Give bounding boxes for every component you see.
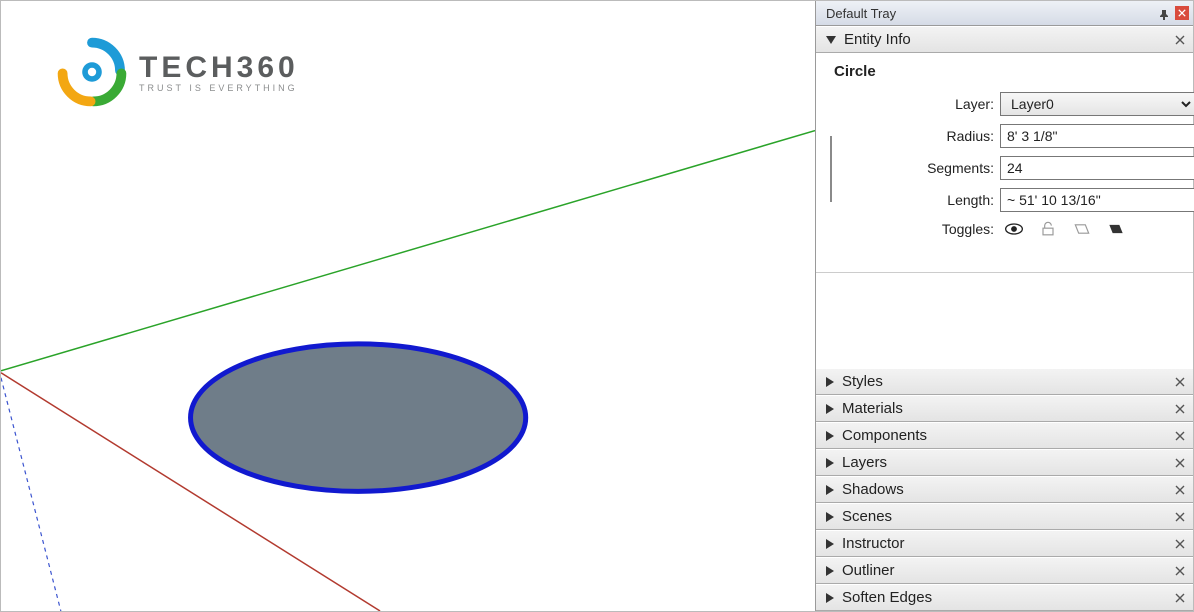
brand-logo: TECH360 TRUST IS EVERYTHING [57, 37, 299, 107]
toggles-label: Toggles: [842, 221, 994, 237]
chevron-right-icon [826, 539, 834, 549]
panel-header-shadows[interactable]: Shadows [816, 476, 1193, 503]
chevron-right-icon [826, 485, 834, 495]
panel-header-components[interactable]: Components [816, 422, 1193, 449]
chevron-right-icon [826, 512, 834, 522]
panel-header-soften-edges[interactable]: Soften Edges [816, 584, 1193, 611]
panel-title-label: Scenes [842, 508, 892, 525]
panel-header-styles[interactable]: Styles [816, 368, 1193, 395]
panel-close-button[interactable] [1173, 510, 1187, 524]
radius-input[interactable] [1000, 124, 1194, 148]
panel-header-instructor[interactable]: Instructor [816, 530, 1193, 557]
panel-title-label: Outliner [842, 562, 895, 579]
length-label: Length: [842, 192, 994, 208]
brand-logo-mark [57, 37, 127, 107]
segments-label: Segments: [842, 160, 994, 176]
panel-close-button[interactable] [1173, 33, 1187, 47]
cast-shadow-toggle-icon[interactable] [1072, 220, 1092, 238]
tray-titlebar[interactable]: Default Tray [816, 1, 1193, 26]
panel-title-label: Materials [842, 400, 903, 417]
panel-title-label: Soften Edges [842, 589, 932, 606]
panel-title-label: Layers [842, 454, 887, 471]
chevron-right-icon [826, 593, 834, 603]
panels-stack: Styles Materials Components Layers Shado… [816, 368, 1193, 611]
panel-title-label: Entity Info [844, 31, 911, 48]
layer-select[interactable]: Layer0 [1000, 92, 1194, 116]
panel-close-button[interactable] [1173, 375, 1187, 389]
length-input[interactable] [1000, 188, 1194, 212]
panel-header-layers[interactable]: Layers [816, 449, 1193, 476]
chevron-down-icon [826, 36, 836, 44]
panel-close-button[interactable] [1173, 456, 1187, 470]
panel-close-button[interactable] [1173, 402, 1187, 416]
panel-close-button[interactable] [1173, 483, 1187, 497]
panel-title-label: Instructor [842, 535, 905, 552]
visibility-toggle-icon[interactable] [1004, 220, 1024, 238]
segments-input[interactable] [1000, 156, 1194, 180]
panel-header-outliner[interactable]: Outliner [816, 557, 1193, 584]
receive-shadow-toggle-icon[interactable] [1106, 220, 1126, 238]
default-tray: Default Tray Entity Info Circle Layer: [815, 1, 1193, 611]
chevron-right-icon [826, 431, 834, 441]
panel-header-entity-info[interactable]: Entity Info [816, 26, 1193, 53]
chevron-right-icon [826, 404, 834, 414]
panel-header-materials[interactable]: Materials [816, 395, 1193, 422]
panel-title-label: Components [842, 427, 927, 444]
panel-close-button[interactable] [1173, 537, 1187, 551]
pin-icon[interactable] [1159, 8, 1169, 18]
chevron-right-icon [826, 458, 834, 468]
layer-label: Layer: [842, 96, 994, 112]
material-thumbnail[interactable] [830, 136, 832, 202]
lock-toggle-icon[interactable] [1038, 220, 1058, 238]
panel-close-button[interactable] [1173, 591, 1187, 605]
chevron-right-icon [826, 377, 834, 387]
brand-title: TECH360 [139, 51, 299, 85]
tray-title-label: Default Tray [826, 6, 896, 21]
brand-subtitle: TRUST IS EVERYTHING [139, 83, 299, 93]
panel-close-button[interactable] [1173, 564, 1187, 578]
panel-header-scenes[interactable]: Scenes [816, 503, 1193, 530]
entity-info-body: Circle Layer: Layer0 Radius: Segments: [816, 53, 1193, 273]
viewport[interactable]: TECH360 TRUST IS EVERYTHING [1, 1, 815, 611]
tray-close-button[interactable] [1175, 6, 1189, 20]
radius-label: Radius: [842, 128, 994, 144]
panel-title-label: Styles [842, 373, 883, 390]
entity-type-label: Circle [834, 63, 1183, 80]
panel-close-button[interactable] [1173, 429, 1187, 443]
chevron-right-icon [826, 566, 834, 576]
panel-title-label: Shadows [842, 481, 904, 498]
